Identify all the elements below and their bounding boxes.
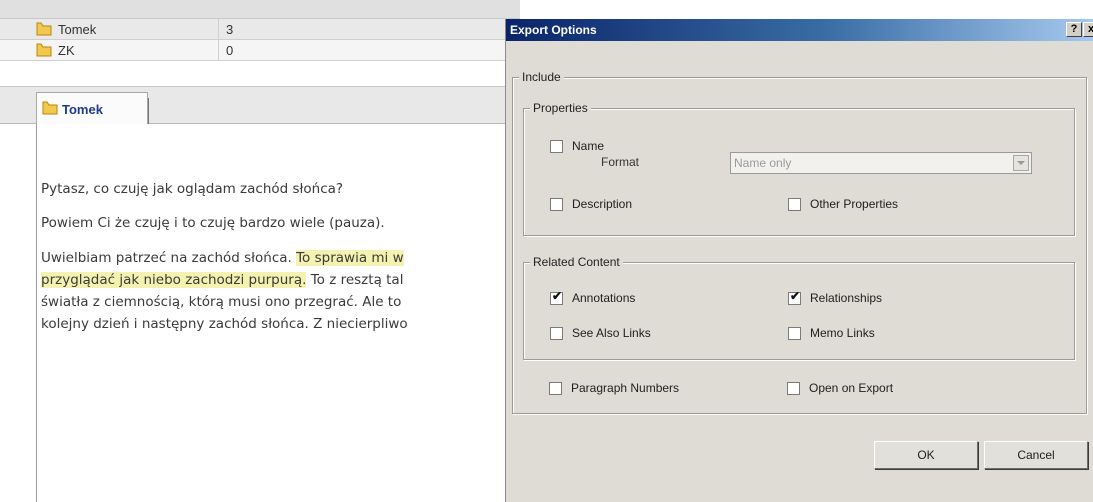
related-content-group: Related Content ✔ Annotations ✔ Relation… (523, 255, 1075, 360)
export-options-dialog: Export Options ? x Include Properties Na… (505, 19, 1093, 502)
help-button[interactable]: ? (1066, 22, 1082, 37)
description-checkbox[interactable]: Description (550, 197, 632, 211)
checkbox-box[interactable] (550, 326, 563, 340)
annotations-label: Annotations (572, 291, 636, 305)
annotations-checkbox[interactable]: ✔ Annotations (550, 288, 636, 305)
text-run: Uwielbiam patrzeć na zachód słońca. (41, 250, 297, 266)
format-select[interactable]: Name only (730, 152, 1032, 174)
checkbox-box[interactable] (787, 381, 800, 395)
checkbox-box[interactable] (549, 381, 562, 395)
checkbox-box[interactable] (788, 326, 801, 340)
checkbox-box[interactable]: ✔ (550, 288, 563, 305)
close-button[interactable]: x (1083, 22, 1093, 37)
open-on-export-checkbox[interactable]: Open on Export (787, 381, 893, 395)
row-name: ZK (58, 43, 75, 58)
include-group: Include Properties Name Format Name only… (512, 70, 1087, 414)
doc-line: Pytasz, co czuję jak oglądam zachód słoń… (41, 181, 343, 197)
memo-links-label: Memo Links (810, 326, 875, 340)
format-select-value: Name only (734, 156, 792, 170)
item-list: Tomek 3 ZK 0 (0, 0, 520, 66)
paragraph-numbers-label: Paragraph Numbers (571, 381, 680, 395)
text-run: kolejny dzień i następny zachód słońca. … (41, 316, 408, 332)
folder-icon (36, 43, 52, 57)
highlighted-text: przyglądać jak niebo zachodzi purpurą. (41, 272, 307, 288)
column-divider (218, 19, 219, 61)
tab-label: Tomek (62, 102, 103, 117)
row-count: 0 (226, 43, 234, 58)
checkbox-box[interactable] (788, 197, 801, 211)
see-also-links-label: See Also Links (572, 326, 651, 340)
include-legend: Include (519, 70, 564, 84)
relationships-checkbox[interactable]: ✔ Relationships (788, 288, 883, 305)
see-also-links-checkbox[interactable]: See Also Links (550, 326, 651, 340)
text-run: Powiem Ci że czuję i to czuję bardzo wie… (41, 215, 385, 231)
document-body[interactable]: Pytasz, co czuję jak oglądam zachód słoń… (36, 124, 520, 502)
memo-links-checkbox[interactable]: Memo Links (788, 326, 875, 340)
checkbox-box[interactable] (550, 197, 563, 211)
list-row[interactable]: ZK 0 (0, 40, 520, 61)
row-count: 3 (226, 22, 234, 37)
folder-icon (36, 22, 52, 36)
text-run: To z resztą tal (306, 272, 404, 288)
relationships-label: Relationships (810, 291, 883, 305)
chevron-down-icon[interactable] (1013, 155, 1029, 171)
paragraph-numbers-checkbox[interactable]: Paragraph Numbers (549, 381, 679, 395)
doc-line: światła z ciemnością, którą musi ono prz… (41, 294, 401, 310)
doc-line: Uwielbiam patrzeć na zachód słońca. To s… (41, 250, 404, 266)
related-content-legend: Related Content (530, 255, 623, 269)
other-properties-label: Other Properties (810, 197, 899, 211)
cancel-button[interactable]: Cancel (984, 441, 1088, 469)
doc-line: Powiem Ci że czuję i to czuję bardzo wie… (41, 215, 385, 231)
tab-tomek[interactable]: Tomek (36, 92, 148, 125)
description-label: Description (572, 197, 633, 211)
doc-line: przyglądać jak niebo zachodzi purpurą. T… (41, 272, 403, 288)
tab-separator (148, 98, 149, 124)
dialog-title: Export Options (510, 23, 597, 37)
folder-icon (42, 101, 58, 115)
format-label: Format (601, 155, 640, 169)
list-row[interactable]: Tomek 3 (0, 19, 520, 40)
text-run: Pytasz, co czuję jak oglądam zachód słoń… (41, 181, 344, 197)
name-checkbox[interactable]: Name (550, 139, 604, 153)
properties-group: Properties Name Format Name only Descrip… (523, 101, 1075, 236)
text-run: światła z ciemnością, którą musi ono prz… (41, 294, 402, 310)
highlighted-text: To sprawia mi w (296, 250, 404, 266)
open-on-export-label: Open on Export (809, 381, 894, 395)
checkbox-box[interactable]: ✔ (788, 288, 801, 305)
ok-button[interactable]: OK (874, 441, 978, 469)
list-header-strip (0, 0, 520, 19)
other-properties-checkbox[interactable]: Other Properties (788, 197, 898, 211)
doc-line: kolejny dzień i następny zachód słońca. … (41, 316, 408, 332)
check-mark-icon: ✔ (552, 288, 563, 303)
properties-legend: Properties (530, 101, 591, 115)
dialog-title-bar[interactable]: Export Options ? x (506, 19, 1093, 41)
check-mark-icon: ✔ (790, 288, 801, 303)
checkbox-box[interactable] (550, 139, 563, 153)
name-label: Name (572, 139, 605, 153)
row-name: Tomek (58, 22, 97, 37)
